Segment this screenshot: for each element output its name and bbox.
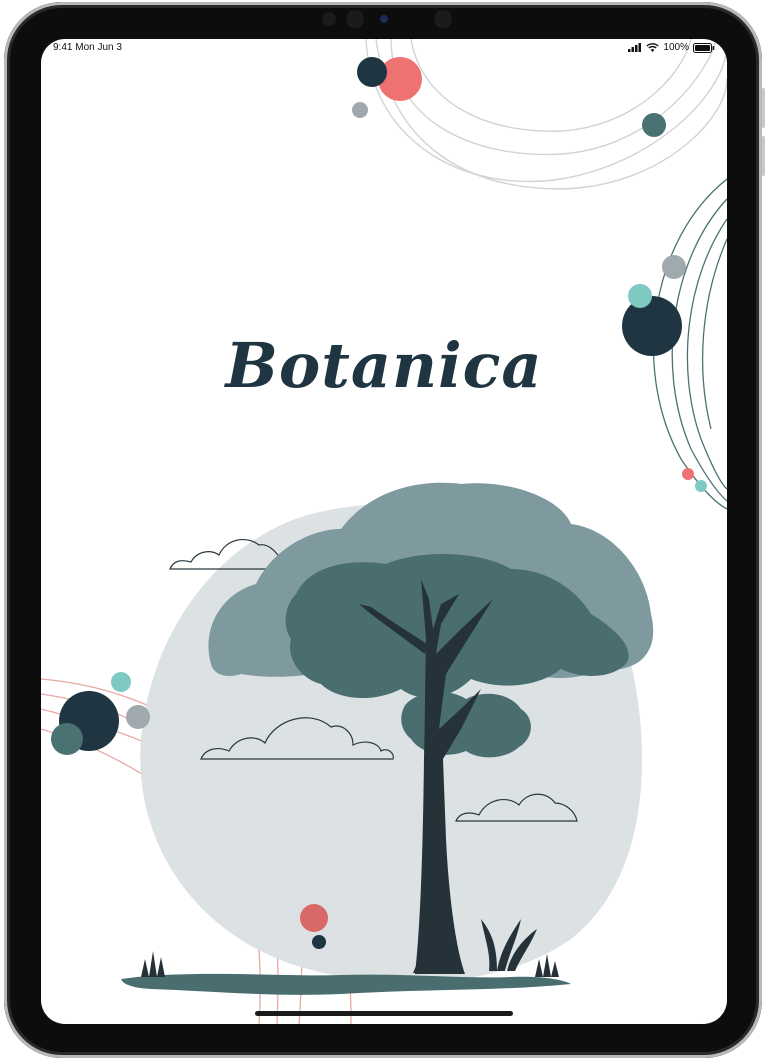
status-indicators: 100% — [628, 42, 715, 53]
camera-indicator — [380, 15, 388, 23]
home-indicator[interactable] — [255, 1011, 513, 1016]
dot-coral-small-right — [682, 468, 694, 480]
dot-navy-bottom — [312, 935, 326, 949]
dot-teal-top-right — [642, 113, 666, 137]
splash-illustration — [41, 39, 727, 1024]
status-date-value: Mon Jun 3 — [75, 42, 122, 53]
dot-mint-right — [628, 284, 652, 308]
face-id-sensor — [346, 10, 364, 28]
power-button — [762, 136, 765, 176]
dot-navy-top — [357, 57, 387, 87]
ambient-sensor — [434, 10, 452, 28]
tree-canopy-lower — [401, 692, 531, 758]
dot-gray-right — [662, 255, 686, 279]
battery-icon — [693, 42, 715, 53]
orbit-rings-top — [365, 39, 727, 190]
wifi-icon — [646, 43, 660, 52]
battery-percentage: 100% — [663, 42, 689, 53]
app-screen: 9:41 Mon Jun 3 100% Botanica — [41, 39, 727, 1024]
signal-icon — [628, 43, 642, 52]
volume-button — [762, 88, 765, 128]
dot-gray-top — [352, 102, 368, 118]
status-time-value: 9:41 — [53, 42, 73, 53]
front-camera — [322, 12, 336, 26]
dot-mint-small-right — [695, 480, 707, 492]
app-title: Botanica — [225, 329, 543, 402]
dot-gray-left — [126, 705, 150, 729]
dot-coral-bottom — [300, 904, 328, 932]
status-bar: 9:41 Mon Jun 3 100% — [41, 39, 727, 55]
dot-mint-left — [111, 672, 131, 692]
status-time: 9:41 Mon Jun 3 — [53, 42, 122, 53]
ground — [121, 973, 571, 995]
dot-teal-left — [51, 723, 83, 755]
